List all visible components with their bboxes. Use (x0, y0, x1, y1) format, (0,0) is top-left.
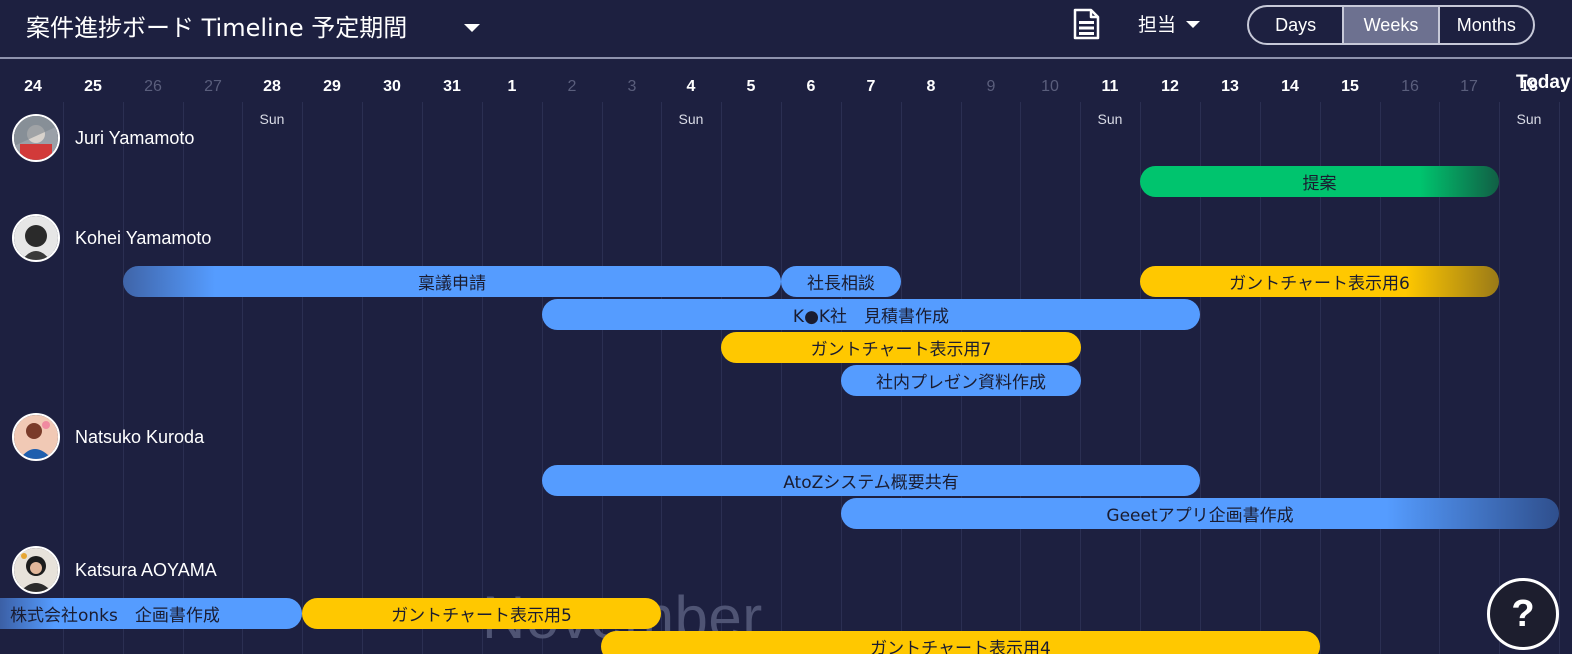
day-gridline (362, 102, 363, 654)
task-bar[interactable]: Geeetアプリ企画書作成 (841, 498, 1559, 529)
document-icon[interactable] (1072, 8, 1100, 40)
view-weeks-button[interactable]: Weeks (1344, 7, 1440, 43)
board-title: 案件進捗ボード Timeline 予定期間 (26, 14, 408, 42)
day-gridline (482, 102, 483, 654)
day-label: 26 (144, 78, 162, 95)
view-toggle: Days Weeks Months (1247, 5, 1535, 45)
day-gridline (781, 102, 782, 654)
task-bar[interactable]: 社長相談 (781, 266, 901, 297)
task-bar[interactable]: ガントチャート表示用7 (721, 332, 1081, 363)
day-label: 15 (1341, 78, 1359, 95)
task-bar[interactable]: AtoZシステム概要共有 (542, 465, 1200, 496)
person-row: Katsura AOYAMA (12, 545, 217, 595)
task-bar[interactable]: ガントチャート表示用6 (1140, 266, 1499, 297)
day-label: 11 (1101, 78, 1119, 95)
day-label: 7 (866, 78, 876, 95)
assignee-filter[interactable]: 担当 (1138, 10, 1201, 37)
day-label: 14 (1281, 78, 1299, 95)
day-label: 12 (1161, 78, 1179, 95)
person-row: Juri Yamamoto (12, 113, 194, 163)
assignee-filter-label: 担当 (1138, 14, 1177, 36)
day-label: 9 (986, 78, 996, 95)
board-header: 案件進捗ボード Timeline 予定期間 担当 Days Weeks Mont… (0, 0, 1572, 59)
day-label: 16 (1401, 78, 1419, 95)
day-gridline (661, 102, 662, 654)
day-label: 3 (627, 78, 637, 95)
day-gridline (721, 102, 722, 654)
person-name: Kohei Yamamoto (75, 227, 212, 248)
task-bar[interactable]: 株式会社onks 企画書作成 (0, 598, 302, 629)
task-bar[interactable]: ガントチャート表示用5 (302, 598, 661, 629)
day-gridline (542, 102, 543, 654)
person-name: Natsuko Kuroda (75, 426, 205, 447)
view-days-button[interactable]: Days (1249, 7, 1345, 43)
task-bar[interactable]: K●K社 見積書作成 (542, 299, 1200, 330)
day-label: 8 (926, 78, 936, 95)
day-label: 2 (567, 78, 577, 95)
day-label: 10 (1041, 78, 1059, 95)
today-label: Today (1516, 72, 1571, 93)
weekday-label: Sun (259, 111, 285, 127)
person-name: Juri Yamamoto (75, 127, 195, 148)
weekday-label: Sun (1516, 111, 1542, 127)
help-button[interactable]: ? (1487, 578, 1559, 650)
day-label: 17 (1460, 78, 1478, 95)
day-label: 25 (84, 78, 102, 95)
day-label: 29 (323, 78, 341, 95)
task-bar[interactable]: 稟議申請 (123, 266, 781, 297)
day-gridline (1499, 102, 1500, 654)
day-label: 4 (686, 78, 696, 95)
day-gridline (242, 102, 243, 654)
day-label: 28 (263, 78, 281, 95)
avatar[interactable] (12, 413, 60, 461)
weekday-label: Sun (678, 111, 704, 127)
chevron-down-icon (1186, 21, 1201, 28)
day-gridline (302, 102, 303, 654)
title-dropdown-icon[interactable] (460, 16, 484, 40)
weekday-label: Sun (1097, 111, 1123, 127)
task-bar[interactable]: ガントチャート表示用4 (601, 631, 1320, 654)
day-gridline (1559, 102, 1560, 654)
day-gridline (602, 102, 603, 654)
day-label: 13 (1221, 78, 1239, 95)
day-gridline (422, 102, 423, 654)
day-label: 6 (806, 78, 816, 95)
day-label: 31 (443, 78, 461, 95)
avatar[interactable] (12, 114, 60, 162)
avatar[interactable] (12, 546, 60, 594)
day-label: 24 (24, 78, 42, 95)
day-label: 27 (204, 78, 222, 95)
view-months-button[interactable]: Months (1440, 7, 1533, 43)
avatar[interactable] (12, 214, 60, 262)
day-label: 30 (383, 78, 401, 95)
person-row: Natsuko Kuroda (12, 412, 204, 462)
task-bar[interactable]: 社内プレゼン資料作成 (841, 365, 1081, 396)
person-name: Katsura AOYAMA (75, 559, 217, 580)
day-label: 5 (746, 78, 756, 95)
task-bar[interactable]: 提案 (1140, 166, 1499, 197)
day-label: 1 (507, 78, 517, 95)
person-row: Kohei Yamamoto (12, 213, 211, 263)
